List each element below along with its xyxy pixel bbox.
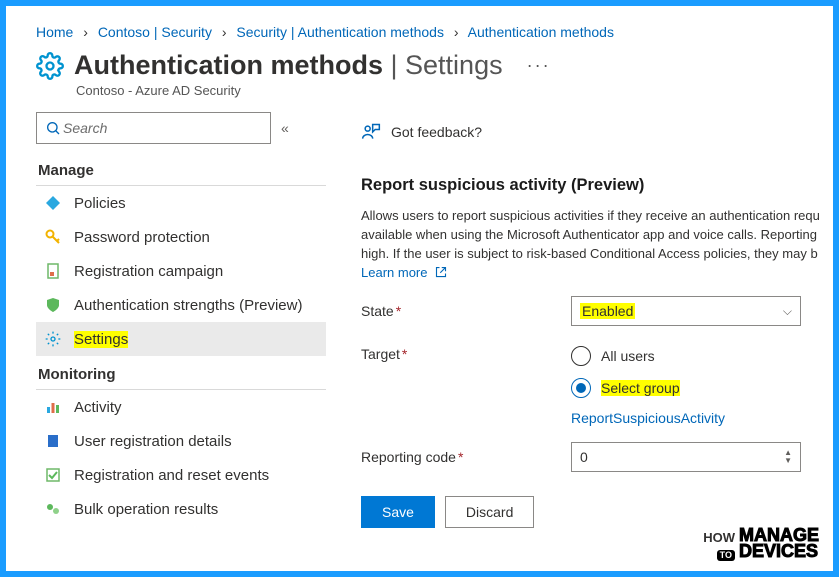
sidebar-item-label: User registration details xyxy=(74,433,232,450)
page-subtitle: Contoso - Azure AD Security xyxy=(76,83,821,98)
sidebar-item-bulk-operation-results[interactable]: Bulk operation results xyxy=(36,492,326,526)
breadcrumb-auth-methods[interactable]: Authentication methods xyxy=(468,24,614,40)
number-spinner[interactable]: ▲▼ xyxy=(784,449,792,465)
checklist-icon xyxy=(44,466,62,484)
sidebar-item-label: Authentication strengths (Preview) xyxy=(74,297,302,314)
diamond-icon xyxy=(44,194,62,212)
section-title: Report suspicious activity (Preview) xyxy=(361,176,821,195)
target-label: Target* xyxy=(361,346,571,362)
state-label: State* xyxy=(361,303,571,319)
sidebar-item-authentication-strengths[interactable]: Authentication strengths (Preview) xyxy=(36,288,326,322)
watermark: HOW TO MANAGE DEVICES xyxy=(703,527,819,559)
save-button[interactable]: Save xyxy=(361,496,435,528)
key-icon xyxy=(44,228,62,246)
sidebar-item-registration-campaign[interactable]: Registration campaign xyxy=(36,254,326,288)
sidebar-item-registration-reset-events[interactable]: Registration and reset events xyxy=(36,458,326,492)
radio-selected-icon xyxy=(571,378,591,398)
book-icon xyxy=(44,432,62,450)
sidebar-item-user-registration-details[interactable]: User registration details xyxy=(36,424,326,458)
gear-icon xyxy=(44,330,62,348)
state-dropdown[interactable]: Enabled ⌵ xyxy=(571,296,801,326)
sidebar-item-label: Bulk operation results xyxy=(74,501,218,518)
section-description: Allows users to report suspicious activi… xyxy=(361,207,821,282)
reporting-code-value: 0 xyxy=(580,449,588,465)
sidebar-item-label: Registration campaign xyxy=(74,263,223,280)
person-feedback-icon xyxy=(361,122,381,142)
main-content: Got feedback? Report suspicious activity… xyxy=(326,112,821,528)
chevron-right-icon: › xyxy=(222,24,227,40)
reporting-code-input[interactable]: 0 ▲▼ xyxy=(571,442,801,472)
sidebar-item-settings[interactable]: Settings xyxy=(36,322,326,356)
sidebar-item-password-protection[interactable]: Password protection xyxy=(36,220,326,254)
sidebar-item-activity[interactable]: Activity xyxy=(36,390,326,424)
breadcrumb: Home › Contoso | Security › Security | A… xyxy=(36,24,821,40)
target-all-users-radio[interactable]: All users xyxy=(571,346,680,366)
chevron-right-icon: › xyxy=(454,24,459,40)
gear-icon xyxy=(36,52,64,80)
bulk-icon xyxy=(44,500,62,518)
feedback-label: Got feedback? xyxy=(391,124,482,140)
breadcrumb-home[interactable]: Home xyxy=(36,24,73,40)
sidebar-section-manage: Manage xyxy=(36,156,326,186)
radio-label: Select group xyxy=(601,380,680,396)
search-input[interactable] xyxy=(36,112,271,144)
more-actions-button[interactable]: ··· xyxy=(527,55,551,76)
document-icon xyxy=(44,262,62,280)
selected-group-link[interactable]: ReportSuspiciousActivity xyxy=(571,410,821,426)
sidebar-item-label: Registration and reset events xyxy=(74,467,269,484)
breadcrumb-contoso-security[interactable]: Contoso | Security xyxy=(98,24,212,40)
feedback-button[interactable]: Got feedback? xyxy=(361,116,821,148)
sidebar-item-label: Password protection xyxy=(74,229,210,246)
external-link-icon xyxy=(435,266,447,278)
radio-label: All users xyxy=(601,348,655,364)
bar-chart-icon xyxy=(44,398,62,416)
shield-icon xyxy=(44,296,62,314)
target-select-group-radio[interactable]: Select group xyxy=(571,378,680,398)
chevron-right-icon: › xyxy=(83,24,88,40)
breadcrumb-security-auth-methods[interactable]: Security | Authentication methods xyxy=(236,24,444,40)
discard-button[interactable]: Discard xyxy=(445,496,534,528)
sidebar-item-policies[interactable]: Policies xyxy=(36,186,326,220)
collapse-sidebar-button[interactable]: « xyxy=(281,120,289,136)
sidebar-item-label: Activity xyxy=(74,399,122,416)
radio-icon xyxy=(571,346,591,366)
learn-more-link[interactable]: Learn more xyxy=(361,265,447,280)
sidebar-section-monitoring: Monitoring xyxy=(36,360,326,390)
page-title: Authentication methods | Settings xyxy=(74,50,503,81)
search-icon xyxy=(45,120,61,136)
sidebar: « Manage Policies Password protection xyxy=(36,112,326,528)
chevron-down-icon: ⌵ xyxy=(783,304,792,319)
sidebar-item-label: Settings xyxy=(74,331,128,348)
state-value: Enabled xyxy=(580,303,635,319)
reporting-code-label: Reporting code* xyxy=(361,449,571,465)
sidebar-item-label: Policies xyxy=(74,195,126,212)
